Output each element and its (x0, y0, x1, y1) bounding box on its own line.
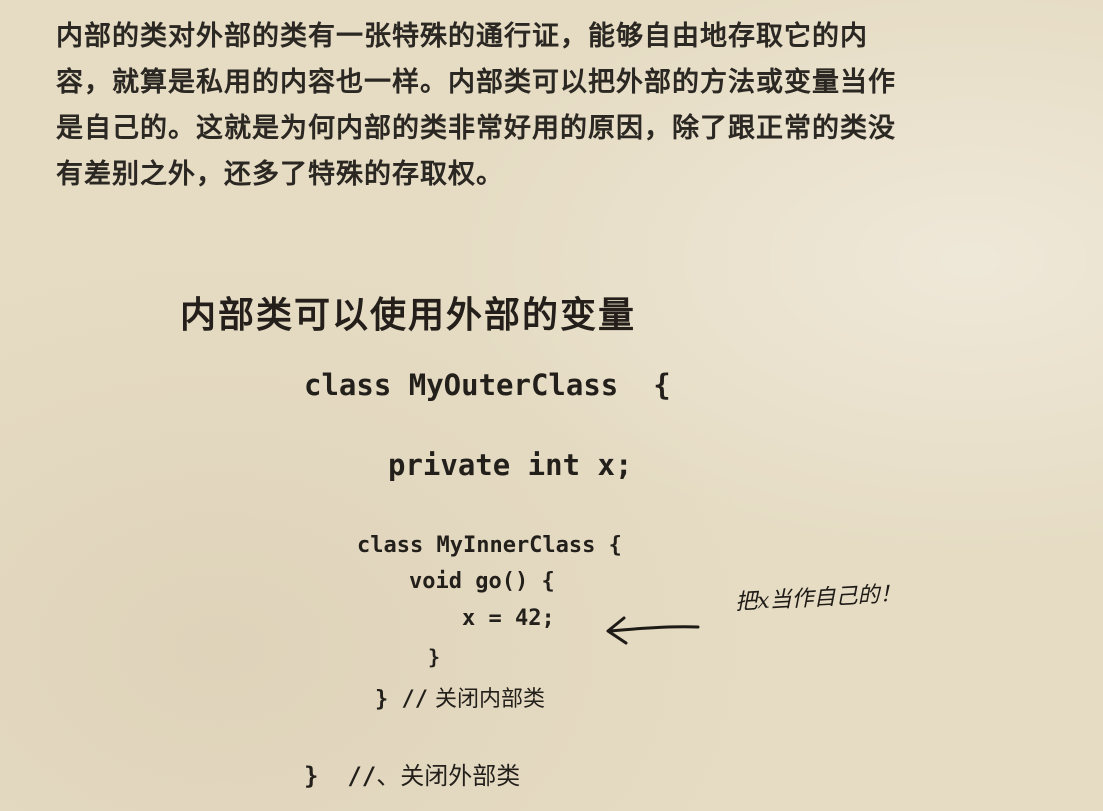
paragraph-line-2: 容，就算是私用的内容也一样。内部类可以把外部的方法或变量当作 (56, 67, 896, 98)
intro-paragraph: 内部的类对外部的类有一张特殊的通行证，能够自由地存取它的内 容，就算是私用的内容… (56, 14, 1056, 198)
code-private-field: private int x; (388, 448, 633, 482)
code-method-declaration: void go() { (409, 569, 555, 594)
code-assignment: x = 42; (462, 606, 555, 631)
code-inner-class-declaration: class MyInnerClass { (357, 533, 622, 558)
close-outer-brace: } // (304, 762, 377, 790)
paragraph-line-4: 有差别之外，还多了特殊的存取权。 (56, 159, 504, 190)
handwritten-annotation: 把x当作自己的！ (734, 581, 903, 616)
paragraph-line-1: 内部的类对外部的类有一张特殊的通行证，能够自由地存取它的内 (56, 21, 868, 52)
left-arrow-icon (606, 616, 700, 645)
close-outer-comment: 、关闭外部类 (376, 762, 521, 790)
paragraph-line-3: 是自己的。这就是为何内部的类非常好用的原因，除了跟正常的类没 (56, 113, 896, 144)
close-inner-brace: } // (375, 687, 428, 712)
code-outer-class-declaration: class MyOuterClass { (304, 368, 671, 402)
section-heading: 内部类可以使用外部的变量 (180, 295, 637, 336)
code-close-inner-class: } // 关闭内部类 (375, 681, 545, 713)
close-inner-comment: 关闭内部类 (427, 687, 545, 712)
code-close-outer-class: } //、关闭外部类 (304, 756, 520, 791)
code-close-method: } (428, 645, 441, 669)
